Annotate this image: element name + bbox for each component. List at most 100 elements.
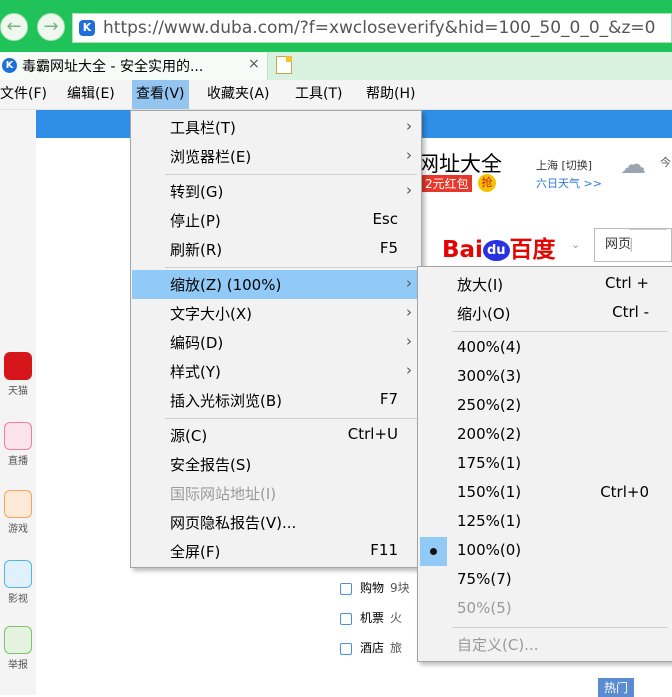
tab-title: 毒霸网址大全 - 安全实用的...: [22, 59, 204, 75]
zoom-out-item[interactable]: 缩小(O) Ctrl -: [419, 299, 671, 328]
view-menu-item-caret-browsing[interactable]: 插入光标浏览(B) F7: [132, 386, 420, 415]
app-live[interactable]: 直播: [0, 422, 36, 467]
menu-bar: 文件(F) 编辑(E) 查看(V) 收藏夹(A) 工具(T) 帮助(H): [0, 80, 672, 110]
zoom-100-item[interactable]: 100%(0): [419, 537, 671, 566]
menu-edit[interactable]: 编辑(E): [67, 80, 115, 109]
hot-tab[interactable]: 热门: [598, 678, 635, 697]
tab-close-icon[interactable]: ×: [248, 56, 260, 72]
app-video[interactable]: 影视: [0, 560, 36, 605]
view-menu-item-fullscreen[interactable]: 全屏(F) F11: [132, 537, 420, 566]
menu-separator: [165, 418, 417, 419]
search-type-select[interactable]: 网页 |: [594, 228, 672, 262]
left-app-column: 天猫 直播 游戏 影视 举报: [0, 110, 36, 695]
submenu-arrow-icon: ›: [406, 332, 412, 350]
view-menu-item-privacy-report[interactable]: 网页隐私报告(V)...: [132, 508, 420, 537]
menu-item-label: 75%(7): [457, 570, 512, 588]
menu-item-label: 300%(3): [457, 367, 522, 385]
back-arrow-icon[interactable]: ←: [0, 13, 28, 41]
six-day-weather-link[interactable]: 六日天气 >>: [536, 175, 602, 191]
zoom-custom-item: 自定义(C)...: [419, 630, 671, 659]
menu-item-shortcut: F5: [379, 239, 398, 257]
zoom-200-item[interactable]: 200%(2): [419, 421, 671, 450]
new-tab-icon[interactable]: [276, 56, 292, 74]
service-flights[interactable]: 机票火: [322, 604, 402, 632]
menu-item-label: 样式(Y): [170, 363, 221, 381]
submenu-arrow-icon: ›: [406, 303, 412, 321]
cart-icon: [340, 582, 352, 595]
zoom-175-item[interactable]: 175%(1): [419, 450, 671, 479]
view-menu-item-text-size[interactable]: 文字大小(X) ›: [132, 299, 420, 328]
view-menu-item-encoding[interactable]: 编码(D) ›: [132, 328, 420, 357]
service-hotels[interactable]: 酒店旅: [322, 634, 402, 662]
menu-item-label: 125%(1): [457, 512, 522, 530]
menu-favorites[interactable]: 收藏夹(A): [207, 80, 270, 109]
view-menu-item-source[interactable]: 源(C) Ctrl+U: [132, 421, 420, 450]
url-input[interactable]: K https://www.duba.com/?f=xwcloseverify&…: [72, 13, 672, 43]
radio-selected-icon: [420, 537, 447, 566]
report-icon: [4, 626, 32, 654]
menu-item-label: 安全报告(S): [170, 456, 252, 474]
view-menu-item-international-address: 国际网站地址(I): [132, 479, 420, 508]
service-sub: 火: [390, 611, 403, 625]
service-sub: 旅: [390, 641, 403, 655]
view-menu-item-zoom[interactable]: 缩放(Z) (100%) ›: [132, 270, 420, 299]
view-menu-item-style[interactable]: 样式(Y) ›: [132, 357, 420, 386]
zoom-250-item[interactable]: 250%(2): [419, 392, 671, 421]
today-label: 今: [660, 156, 671, 169]
baidu-logo[interactable]: Bai du 百度: [442, 230, 556, 264]
menu-item-label: 100%(0): [457, 541, 522, 559]
tmall-icon: [4, 352, 32, 380]
zoom-150-item[interactable]: 150%(1) Ctrl+0: [419, 479, 671, 508]
app-label: 直播: [8, 456, 28, 467]
view-menu: 工具栏(T) › 浏览器栏(E) › 转到(G) › 停止(P) Esc 刷新(R) F5…: [130, 110, 422, 568]
menu-item-shortcut: Ctrl+U: [347, 425, 398, 443]
plane-icon: [340, 612, 352, 625]
view-menu-item-refresh[interactable]: 刷新(R) F5: [132, 235, 420, 264]
view-menu-item-explorer-bars[interactable]: 浏览器栏(E) ›: [132, 142, 420, 171]
submenu-arrow-icon: ›: [406, 274, 412, 292]
view-menu-item-goto[interactable]: 转到(G) ›: [132, 177, 420, 206]
menu-item-label: 50%(5): [457, 599, 512, 617]
menu-tools[interactable]: 工具(T): [295, 80, 342, 109]
menu-item-label: 250%(2): [457, 396, 522, 414]
zoom-75-item[interactable]: 75%(7): [419, 566, 671, 595]
menu-item-label: 150%(1): [457, 483, 522, 501]
menu-view[interactable]: 查看(V): [132, 80, 189, 109]
browser-tab[interactable]: K 毒霸网址大全 - 安全实用的... ×: [0, 52, 268, 80]
menu-item-label: 浏览器栏(E): [170, 148, 252, 166]
menu-item-shortcut: Ctrl+0: [600, 483, 649, 501]
view-menu-item-stop[interactable]: 停止(P) Esc: [132, 206, 420, 235]
zoom-50-item: 50%(5): [419, 595, 671, 624]
grab-button[interactable]: 抢: [478, 174, 496, 192]
games-icon: [4, 490, 32, 518]
engine-dropdown-icon[interactable]: ⌄: [571, 238, 580, 251]
weather-cloud-icon: ☁: [620, 150, 646, 180]
tab-bar: K 毒霸网址大全 - 安全实用的... ×: [0, 52, 672, 80]
menu-help[interactable]: 帮助(H): [366, 80, 415, 109]
service-sub: 9块: [390, 581, 410, 595]
address-bar: ← → K https://www.duba.com/?f=xwclosever…: [0, 0, 672, 52]
app-tmall[interactable]: 天猫: [0, 352, 36, 397]
zoom-300-item[interactable]: 300%(3): [419, 363, 671, 392]
video-icon: [4, 560, 32, 588]
menu-item-label: 转到(G): [170, 183, 224, 201]
site-favicon-icon: K: [79, 20, 95, 36]
zoom-125-item[interactable]: 125%(1): [419, 508, 671, 537]
view-menu-item-security-report[interactable]: 安全报告(S): [132, 450, 420, 479]
menu-file[interactable]: 文件(F): [0, 80, 47, 109]
city-switch[interactable]: 上海 [切换]: [536, 157, 592, 173]
menu-item-label: 自定义(C)...: [457, 636, 539, 654]
menu-separator: [165, 174, 417, 175]
app-report[interactable]: 举报: [0, 626, 36, 671]
app-games[interactable]: 游戏: [0, 490, 36, 535]
zoom-submenu: 放大(I) Ctrl + 缩小(O) Ctrl - 400%(4) 300%(3) …: [417, 266, 672, 662]
menu-item-shortcut: F11: [370, 541, 398, 559]
view-menu-item-toolbars[interactable]: 工具栏(T) ›: [132, 113, 420, 142]
forward-arrow-icon[interactable]: →: [37, 13, 65, 41]
menu-item-label: 刷新(R): [170, 241, 223, 259]
zoom-400-item[interactable]: 400%(4): [419, 334, 671, 363]
submenu-arrow-icon: ›: [406, 181, 412, 199]
red-packet-badge[interactable]: 2元红包: [422, 175, 472, 192]
service-shopping[interactable]: 购物 9块: [322, 574, 410, 602]
zoom-in-item[interactable]: 放大(I) Ctrl +: [419, 270, 671, 299]
